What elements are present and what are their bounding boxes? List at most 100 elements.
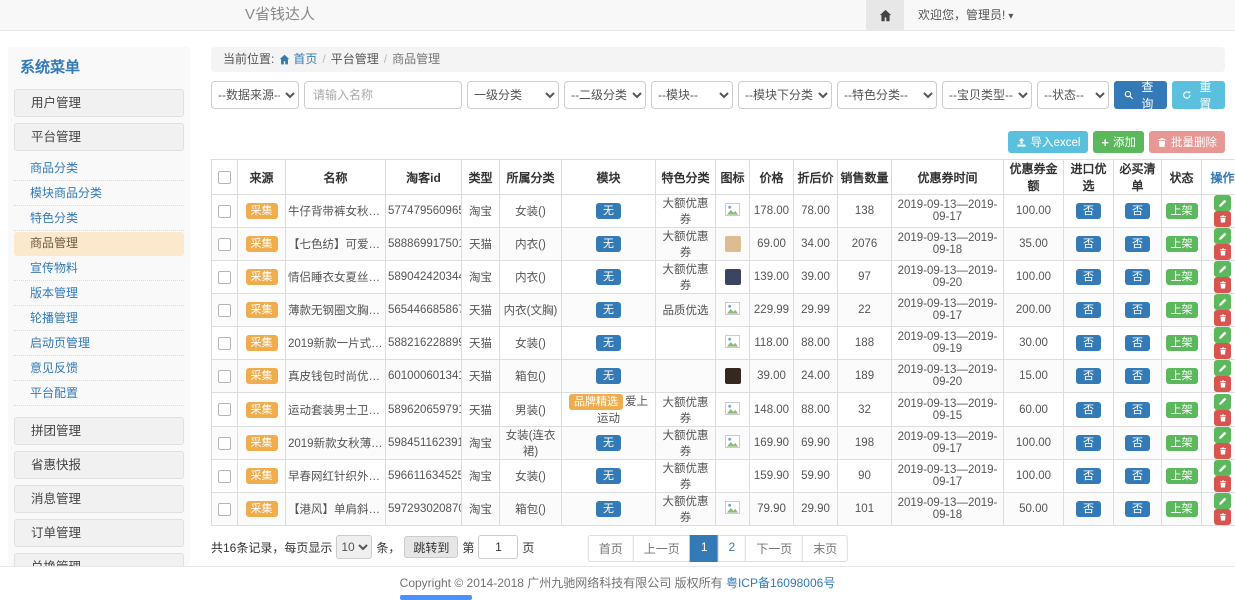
must-buy-badge[interactable]: 否 [1125,368,1150,384]
page-button-3[interactable]: 2 [718,535,747,562]
sidebar-item-8[interactable]: 轮播管理 [14,307,184,331]
row-checkbox[interactable] [218,304,231,317]
delete-button[interactable] [1214,376,1231,392]
must-buy-badge[interactable]: 否 [1125,468,1150,484]
status-badge[interactable]: 上架 [1166,203,1198,219]
status-badge[interactable]: 上架 [1166,435,1198,451]
edit-button[interactable] [1214,327,1231,343]
home-button[interactable] [866,0,904,30]
edit-button[interactable] [1214,195,1231,211]
per-page-select[interactable]: 10 [336,535,372,559]
horizontal-scrollbar-thumb[interactable] [400,595,472,600]
search-button[interactable]: 查询 [1114,81,1167,109]
filter-select-feature-category[interactable]: --特色分类-- [837,81,937,109]
must-buy-badge[interactable]: 否 [1125,435,1150,451]
status-badge[interactable]: 上架 [1166,468,1198,484]
row-checkbox[interactable] [218,205,231,218]
delete-button[interactable] [1214,211,1231,227]
row-checkbox[interactable] [218,503,231,516]
sidebar-item-9[interactable]: 启动页管理 [14,332,184,356]
sidebar-item-0[interactable]: 用户管理 [14,89,184,117]
imported-badge[interactable]: 否 [1076,335,1101,351]
row-checkbox[interactable] [218,470,231,483]
breadcrumb-home-link[interactable]: 首页 [279,47,317,72]
sidebar-item-12[interactable]: 拼团管理 [14,417,184,445]
edit-button[interactable] [1214,427,1231,443]
reset-button[interactable]: 重置 [1172,81,1225,109]
imported-badge[interactable]: 否 [1076,435,1101,451]
row-checkbox[interactable] [218,437,231,450]
delete-button[interactable] [1214,410,1231,426]
filter-select-status[interactable]: --状态-- [1037,81,1109,109]
filter-select-level2-category[interactable]: --二级分类-- [564,81,646,109]
filter-select-data-source[interactable]: --数据来源-- [211,81,299,109]
page-button-5[interactable]: 末页 [802,535,848,562]
must-buy-badge[interactable]: 否 [1125,402,1150,418]
row-checkbox[interactable] [218,238,231,251]
add-button[interactable]: + 添加 [1093,131,1144,153]
page-number-input[interactable] [478,535,518,559]
status-badge[interactable]: 上架 [1166,302,1198,318]
sidebar-item-6[interactable]: 宣传物料 [14,257,184,281]
edit-button[interactable] [1214,294,1231,310]
must-buy-badge[interactable]: 否 [1125,236,1150,252]
delete-button[interactable] [1214,443,1231,459]
status-badge[interactable]: 上架 [1166,335,1198,351]
imported-badge[interactable]: 否 [1076,269,1101,285]
delete-button[interactable] [1214,509,1231,525]
name-search-input[interactable] [304,81,462,109]
row-checkbox[interactable] [218,403,231,416]
filter-select-item-type[interactable]: --宝贝类型-- [942,81,1032,109]
page-button-4[interactable]: 下一页 [745,535,803,562]
filter-select-module-subcategory[interactable]: --模块下分类-- [738,81,832,109]
sidebar-item-14[interactable]: 消息管理 [14,485,184,513]
imported-badge[interactable]: 否 [1076,236,1101,252]
sidebar-item-3[interactable]: 模块商品分类 [14,182,184,206]
sidebar-item-16[interactable]: 兑换管理 [14,553,184,566]
page-button-2[interactable]: 1 [690,535,719,562]
sidebar-item-11[interactable]: 平台配置 [14,382,184,406]
imported-badge[interactable]: 否 [1076,368,1101,384]
jump-button[interactable]: 跳转到 [404,536,458,558]
must-buy-badge[interactable]: 否 [1125,203,1150,219]
status-badge[interactable]: 上架 [1166,402,1198,418]
row-checkbox[interactable] [218,337,231,350]
delete-button[interactable] [1214,343,1231,359]
page-button-0[interactable]: 首页 [588,535,634,562]
sidebar-item-10[interactable]: 意见反馈 [14,357,184,381]
user-menu[interactable]: 欢迎您，管理员!▾ [904,0,1027,30]
status-badge[interactable]: 上架 [1166,501,1198,517]
sidebar-item-15[interactable]: 订单管理 [14,519,184,547]
must-buy-badge[interactable]: 否 [1125,335,1150,351]
imported-badge[interactable]: 否 [1076,468,1101,484]
sidebar-item-1[interactable]: 平台管理 [14,123,184,151]
edit-button[interactable] [1214,360,1231,376]
edit-button[interactable] [1214,460,1231,476]
status-badge[interactable]: 上架 [1166,269,1198,285]
must-buy-badge[interactable]: 否 [1125,269,1150,285]
delete-button[interactable] [1214,277,1231,293]
delete-button[interactable] [1214,244,1231,260]
edit-button[interactable] [1214,261,1231,277]
imported-badge[interactable]: 否 [1076,203,1101,219]
page-button-1[interactable]: 上一页 [633,535,691,562]
filter-select-level1-category[interactable]: 一级分类 [467,81,559,109]
sidebar-item-13[interactable]: 省惠快报 [14,451,184,479]
edit-button[interactable] [1214,228,1231,244]
must-buy-badge[interactable]: 否 [1125,302,1150,318]
must-buy-badge[interactable]: 否 [1125,501,1150,517]
imported-badge[interactable]: 否 [1076,402,1101,418]
sidebar-item-4[interactable]: 特色分类 [14,207,184,231]
status-badge[interactable]: 上架 [1166,368,1198,384]
sidebar-item-7[interactable]: 版本管理 [14,282,184,306]
breadcrumb-item[interactable]: 平台管理 [331,47,379,72]
imported-badge[interactable]: 否 [1076,302,1101,318]
icp-link[interactable]: 粤ICP备16098006号 [726,576,835,590]
batch-delete-button[interactable]: 批量删除 [1149,131,1225,153]
filter-select-module[interactable]: --模块-- [651,81,733,109]
row-checkbox[interactable] [218,370,231,383]
edit-button[interactable] [1214,394,1231,410]
select-all-checkbox[interactable] [218,171,231,184]
sidebar-item-2[interactable]: 商品分类 [14,157,184,181]
sidebar-item-5[interactable]: 商品管理 [14,232,184,256]
